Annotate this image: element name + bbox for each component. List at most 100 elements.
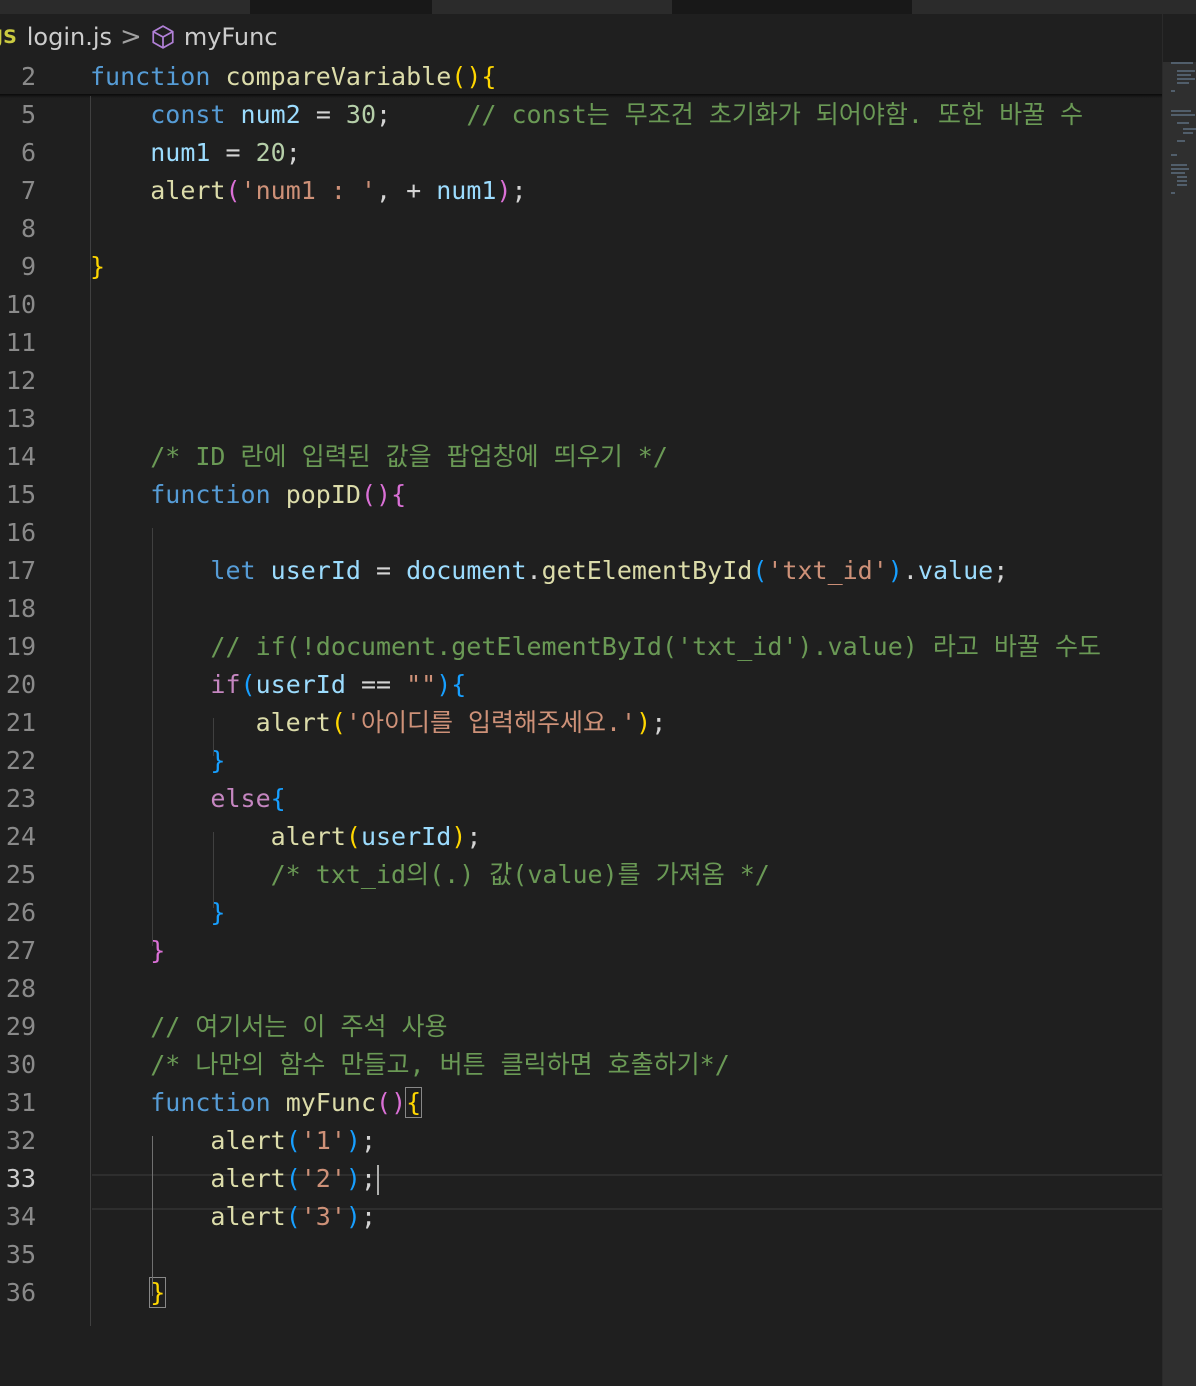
- code-line[interactable]: 27 }: [0, 932, 1162, 970]
- code-line[interactable]: 30 /* 나만의 함수 만들고, 버튼 클릭하면 호출하기*/: [0, 1046, 1162, 1084]
- code-line[interactable]: 17 let userId = document.getElementById(…: [0, 552, 1162, 590]
- code-line[interactable]: 14 /* ID 란에 입력된 값을 팝업창에 띄우기 */: [0, 438, 1162, 476]
- code-token: alert: [270, 822, 346, 851]
- code-token: "": [406, 670, 437, 699]
- minimap-line: [1171, 192, 1175, 194]
- code-line[interactable]: 31 function myFunc(){: [0, 1084, 1162, 1122]
- code-token: ): [451, 822, 467, 851]
- code-token: userId: [255, 670, 346, 699]
- code-token: const: [150, 100, 226, 129]
- code-token: ;: [993, 556, 1009, 585]
- code-token: {: [270, 784, 286, 813]
- line-number: 19: [5, 632, 36, 661]
- code-token: ): [887, 556, 903, 585]
- code-line[interactable]: 19 // if(!document.getElementById('txt_i…: [0, 628, 1162, 666]
- minimap-line: [1177, 176, 1187, 178]
- editor-area[interactable]: 2 function compareVariable(){5 const num2…: [0, 0, 1162, 1386]
- sticky-scroll-shadow: [0, 94, 1162, 98]
- indent-guide: [90, 96, 91, 1326]
- code-line[interactable]: 13: [0, 400, 1162, 438]
- code-token: getElementById: [541, 556, 753, 585]
- code-line[interactable]: 34 alert('3');: [0, 1198, 1162, 1236]
- indent-guide: [213, 832, 214, 908]
- minimap[interactable]: [1162, 14, 1196, 1386]
- line-number: 20: [5, 670, 36, 699]
- code-token: .: [526, 556, 542, 585]
- code-token: ;: [360, 1202, 377, 1231]
- minimap-slider[interactable]: [1163, 62, 1196, 1386]
- line-number: 2: [20, 62, 36, 91]
- code-line[interactable]: 11: [0, 324, 1162, 362]
- code-line[interactable]: 15 function popID(){: [0, 476, 1162, 514]
- code-line[interactable]: 25 /* txt_id의(.) 값(value)를 가져옴 */: [0, 856, 1162, 894]
- code-token: {: [451, 670, 467, 699]
- code-token: 30: [345, 100, 377, 129]
- code-token: function: [90, 62, 211, 91]
- breadcrumb-file[interactable]: login.js: [27, 23, 112, 51]
- code-line[interactable]: 24 alert(userId);: [0, 818, 1162, 856]
- code-line[interactable]: 35: [0, 1236, 1162, 1274]
- code-text: }: [90, 894, 225, 932]
- code-line[interactable]: 26 }: [0, 894, 1162, 932]
- code-line[interactable]: 20 if(userId == ""){: [0, 666, 1162, 704]
- code-text: if(userId == ""){: [90, 666, 466, 704]
- code-line[interactable]: 22 }: [0, 742, 1162, 780]
- line-number: 32: [5, 1126, 36, 1155]
- code-line[interactable]: 5 const num2 = 30; // const는 무조건 초기화가 되어…: [0, 96, 1162, 134]
- line-number: 13: [5, 404, 36, 433]
- minimap-line: [1171, 154, 1177, 156]
- line-number: 10: [5, 290, 36, 319]
- code-text: /* txt_id의(.) 값(value)를 가져옴 */: [90, 856, 770, 894]
- code-line[interactable]: 18: [0, 590, 1162, 628]
- line-number: 24: [5, 822, 36, 851]
- code-token: (): [360, 480, 392, 509]
- code-token: compareVariable: [225, 62, 452, 91]
- code-line[interactable]: 33 alert('2');: [0, 1160, 1162, 1198]
- code-text: // 여기서는 이 주석 사용: [90, 1008, 447, 1046]
- code-line[interactable]: 36 }: [0, 1274, 1162, 1312]
- code-line[interactable]: 16: [0, 514, 1162, 552]
- code-token: (: [285, 1164, 301, 1193]
- code-token: 'num1 : ': [240, 176, 377, 205]
- code-line[interactable]: 23 else{: [0, 780, 1162, 818]
- breadcrumb-symbol[interactable]: myFunc: [184, 23, 278, 51]
- line-number: 35: [5, 1240, 36, 1269]
- code-line[interactable]: 7 alert('num1 : ', + num1);: [0, 172, 1162, 210]
- code-token: ): [496, 176, 512, 205]
- code-line[interactable]: 28: [0, 970, 1162, 1008]
- code-line[interactable]: 2 function compareVariable(){: [0, 58, 1162, 96]
- code-line[interactable]: 6 num1 = 20;: [0, 134, 1162, 172]
- code-line[interactable]: 12: [0, 362, 1162, 400]
- code-token: ): [345, 1164, 361, 1193]
- code-line[interactable]: 29 // 여기서는 이 주석 사용: [0, 1008, 1162, 1046]
- code-token: ;: [285, 138, 301, 167]
- code-line[interactable]: 9}: [0, 248, 1162, 286]
- code-token: (): [376, 1088, 407, 1117]
- line-number: 23: [5, 784, 36, 813]
- indent-guide: [152, 1136, 153, 1296]
- line-number: 7: [20, 176, 36, 205]
- code-text: }: [90, 1274, 167, 1312]
- code-line[interactable]: 8: [0, 210, 1162, 248]
- code-token: myFunc: [285, 1088, 377, 1117]
- code-line[interactable]: 32 alert('1');: [0, 1122, 1162, 1160]
- code-token: (: [240, 670, 256, 699]
- code-token: num2: [240, 100, 301, 129]
- line-number: 15: [5, 480, 36, 509]
- code-line[interactable]: 21 alert('아이디를 입력해주세요.');: [0, 704, 1162, 742]
- code-token: {: [391, 480, 407, 509]
- code-line[interactable]: 10: [0, 286, 1162, 324]
- line-number: 29: [5, 1012, 36, 1041]
- code-token: alert: [150, 176, 226, 205]
- code-token: popID: [285, 480, 361, 509]
